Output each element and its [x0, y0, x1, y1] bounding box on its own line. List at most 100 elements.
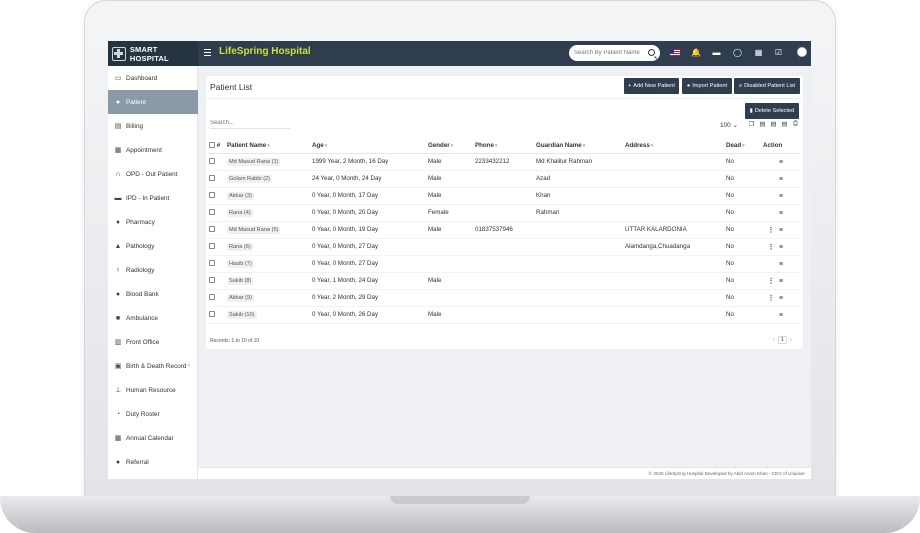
pdf-icon[interactable]: ▤ [779, 120, 790, 128]
table-row[interactable]: Akbar (3) 0 Year, 0 Month, 17 Day Male Khan… [209, 187, 799, 205]
select-all-checkbox[interactable] [209, 142, 215, 149]
patient-name-link[interactable]: Hasib (7) [227, 260, 254, 268]
more-vertical-icon[interactable]: ⋮ [763, 226, 779, 234]
sidebar-item-birth-death[interactable]: ▣ Birth & Death Record ‹ [108, 354, 198, 378]
sidebar-item-referral[interactable]: ● Referral [108, 450, 198, 474]
sidebar-item-blood-bank[interactable]: ● Blood Bank [108, 282, 198, 306]
cell-patient-name[interactable]: Hasib (7) [227, 255, 312, 273]
search-icon[interactable] [648, 49, 655, 56]
csv-icon[interactable]: ▤ [768, 120, 779, 128]
table-row[interactable]: Akbar (9) 0 Year, 2 Month, 29 Day No ⋮ ≡ [209, 289, 799, 307]
sidebar-item-front-office[interactable]: ▥ Front Office [108, 330, 198, 354]
row-checkbox[interactable] [209, 226, 215, 233]
header-dead[interactable]: Dead▾ [726, 138, 763, 154]
row-select[interactable] [209, 272, 227, 290]
patient-name-link[interactable]: Sakib (10) [227, 311, 257, 319]
row-checkbox[interactable] [209, 294, 215, 301]
row-checkbox[interactable] [209, 209, 215, 216]
sidebar-item-pharmacy[interactable]: ♦ Pharmacy [108, 210, 198, 234]
menu-icon[interactable]: ≡ [779, 210, 783, 217]
row-select[interactable] [209, 306, 227, 324]
table-row[interactable]: Golam Rabbi (2) 24 Year, 0 Month, 24 Day M… [209, 170, 799, 188]
table-row[interactable]: Md Masud Rana (5) 0 Year, 0 Month, 19 Day… [209, 221, 799, 239]
patient-name-link[interactable]: Md Masud Rana (1) [227, 158, 281, 166]
row-checkbox[interactable] [209, 243, 215, 250]
sidebar-item-dashboard[interactable]: ▭ Dashboard [108, 66, 198, 90]
row-checkbox[interactable] [209, 260, 215, 267]
menu-icon[interactable]: ≡ [779, 193, 783, 200]
copy-icon[interactable]: ❐ [746, 120, 757, 128]
row-select[interactable] [209, 204, 227, 222]
more-vertical-icon[interactable]: ⋮ [763, 277, 779, 285]
excel-icon[interactable]: ▤ [757, 120, 768, 128]
menu-toggle-icon[interactable] [204, 49, 211, 57]
checkbox-icon[interactable]: ☑ [774, 48, 783, 58]
prev-page-button[interactable]: ‹ [773, 337, 775, 343]
whatsapp-icon[interactable]: ◯ [733, 48, 742, 58]
cell-patient-name[interactable]: Akbar (3) [227, 187, 312, 205]
menu-icon[interactable]: ≡ [779, 159, 783, 166]
menu-icon[interactable]: ≡ [779, 312, 783, 319]
header-guardian[interactable]: Guardian Name▾ [536, 138, 625, 154]
cell-patient-name[interactable]: Golam Rabbi (2) [227, 170, 312, 188]
sidebar-item-opd[interactable]: ∩ OPD - Out Patient [108, 162, 198, 186]
row-checkbox[interactable] [209, 192, 215, 199]
row-select[interactable] [209, 153, 227, 171]
page-1-button[interactable]: 1 [777, 336, 787, 344]
header-age[interactable]: Age▾ [312, 138, 428, 154]
header-select[interactable]: # [209, 138, 227, 154]
brand[interactable]: SMART HOSPITAL [108, 41, 198, 66]
patient-name-link[interactable]: Golam Rabbi (2) [227, 175, 273, 183]
table-row[interactable]: Sakib (10) 0 Year, 0 Month, 26 DayMale No⋮… [209, 306, 799, 324]
delete-selected-button[interactable]: ▮ Delete Selected [745, 103, 799, 119]
row-select[interactable] [209, 289, 227, 307]
menu-icon[interactable]: ≡ [779, 278, 783, 285]
menu-icon[interactable]: ≡ [779, 261, 783, 268]
table-row[interactable]: Rana (4) 0 Year, 0 Month, 20 Day Female Rah… [209, 204, 799, 222]
sidebar-item-annual-calendar[interactable]: ▦ Annual Calendar [108, 426, 198, 450]
table-search-input[interactable] [210, 120, 290, 129]
bed-icon[interactable]: ▬ [712, 48, 721, 58]
cell-patient-name[interactable]: Sakib (8) [227, 272, 312, 290]
row-checkbox[interactable] [209, 311, 215, 318]
menu-icon[interactable]: ≡ [779, 176, 783, 183]
table-row[interactable]: Rana (6) 0 Year, 0 Month, 27 Day Alamdanga… [209, 238, 799, 256]
cell-patient-name[interactable]: Rana (4) [227, 204, 312, 222]
header-address[interactable]: Address▾ [625, 138, 726, 154]
row-checkbox[interactable] [209, 277, 215, 284]
patient-search-box[interactable] [569, 45, 660, 61]
sidebar-item-ambulance[interactable]: ■ Ambulance [108, 306, 198, 330]
cell-patient-name[interactable]: Md Masud Rana (5) [227, 221, 312, 239]
bell-icon[interactable]: 🔔 [691, 48, 701, 58]
row-checkbox[interactable] [209, 175, 215, 182]
patient-name-link[interactable]: Md Masud Rana (5) [227, 226, 281, 234]
cell-patient-name[interactable]: Rana (6) [227, 238, 312, 256]
header-gender[interactable]: Gender▾ [428, 138, 475, 154]
sidebar-item-pathology[interactable]: ▲ Pathology [108, 234, 198, 258]
patient-name-link[interactable]: Sakib (8) [227, 277, 254, 285]
row-checkbox[interactable] [209, 158, 215, 165]
sidebar-item-human-resource[interactable]: ⊥ Human Resource [108, 378, 198, 402]
sidebar-item-patient[interactable]: ● Patient [108, 90, 198, 114]
sidebar-item-appointment[interactable]: ▦ Appointment [108, 138, 198, 162]
calendar-icon[interactable]: ▦ [754, 48, 763, 58]
row-select[interactable] [209, 255, 227, 273]
sidebar-item-billing[interactable]: ▤ Billing [108, 114, 198, 138]
more-vertical-icon[interactable]: ⋮ [763, 294, 779, 302]
per-page-select[interactable]: 100 ⌄ [720, 121, 738, 129]
row-select[interactable] [209, 221, 227, 239]
cell-patient-name[interactable]: Sakib (10) [227, 306, 312, 324]
table-row[interactable]: Sakib (8) 0 Year, 1 Month, 24 Day Male No ⋮ ≡ [209, 272, 799, 290]
patient-name-link[interactable]: Rana (4) [227, 209, 253, 217]
patient-name-link[interactable]: Akbar (3) [227, 192, 255, 200]
row-select[interactable] [209, 170, 227, 188]
cell-patient-name[interactable]: Md Masud Rana (1) [227, 153, 312, 171]
more-vertical-icon[interactable]: ⋮ [763, 243, 779, 251]
patient-name-link[interactable]: Akbar (9) [227, 294, 255, 302]
row-select[interactable] [209, 187, 227, 205]
add-patient-button[interactable]: + Add New Patient [624, 78, 679, 94]
patient-name-link[interactable]: Rana (6) [227, 243, 253, 251]
sidebar-item-ipd[interactable]: ▬ IPD - In Patient [108, 186, 198, 210]
user-avatar[interactable] [797, 47, 807, 57]
menu-icon[interactable]: ≡ [779, 295, 783, 302]
